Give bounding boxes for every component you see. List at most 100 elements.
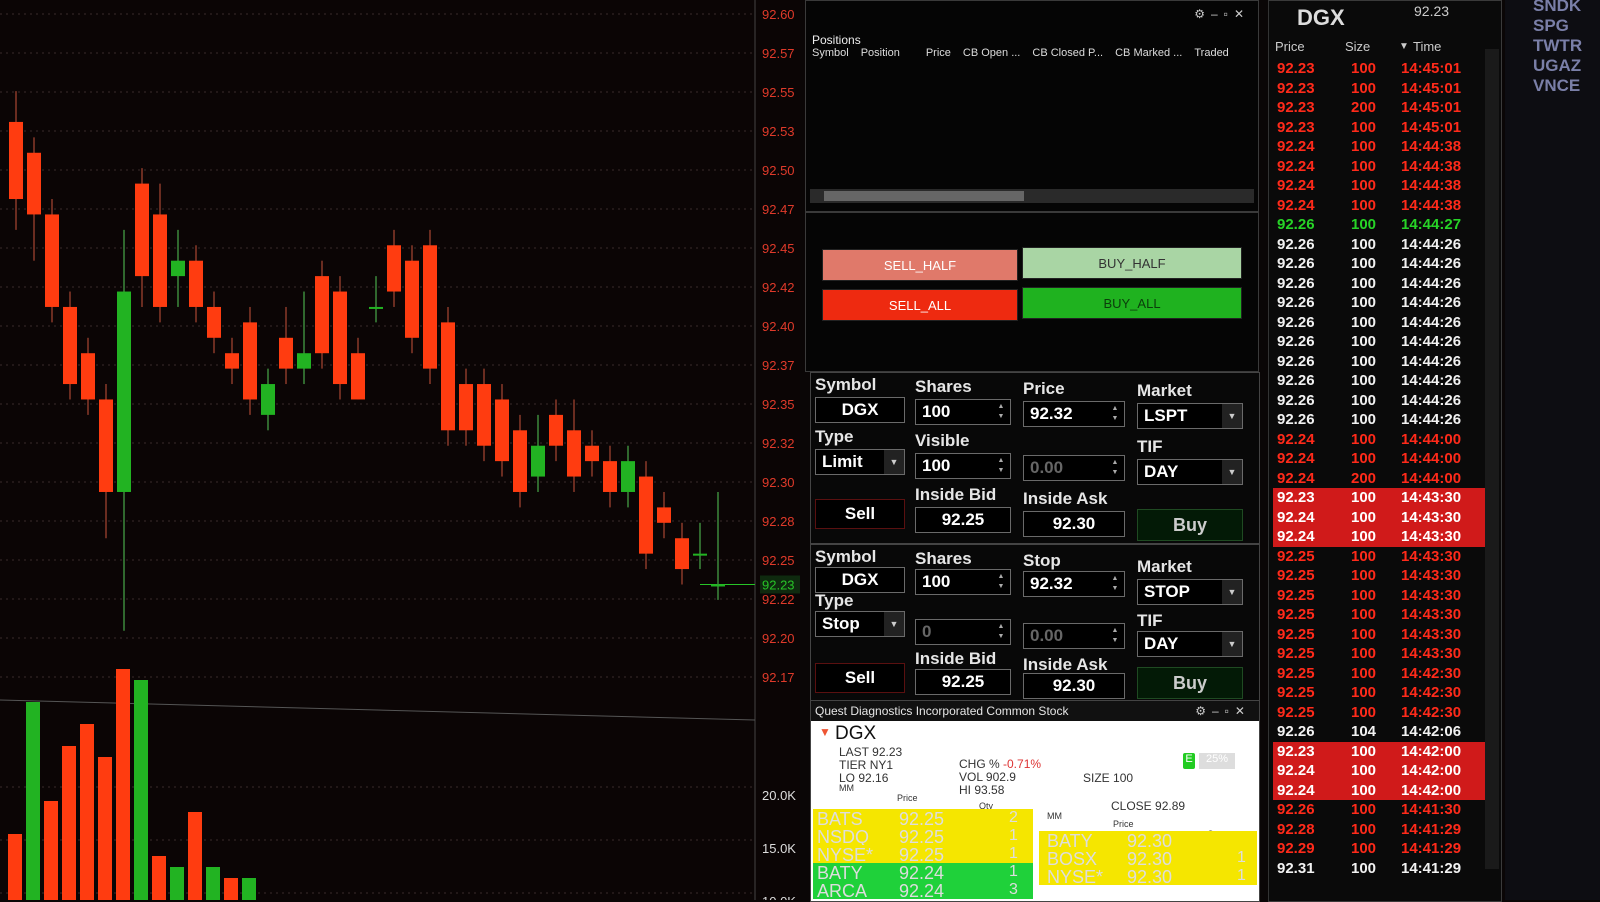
- ts-row[interactable]: 92.25 100 14:42:30: [1273, 703, 1495, 723]
- price-chart[interactable]: 92.60 92.57 92.55 92.53 92.50 92.47 92.45 92.42…: [0, 0, 800, 900]
- stepper-icon[interactable]: ▲ ▼: [1108, 574, 1122, 594]
- settings-icon[interactable]: ⚙: [1194, 7, 1211, 21]
- ask-row[interactable]: BATY 92.30: [1039, 831, 1257, 851]
- ts-row[interactable]: 92.25 100 14:42:30: [1273, 683, 1495, 703]
- ts-row[interactable]: 92.28 100 14:41:29: [1273, 820, 1495, 840]
- type-select[interactable]: Stop ▼: [815, 611, 905, 637]
- minimize-icon[interactable]: –: [1211, 7, 1224, 21]
- buy-button[interactable]: Buy: [1137, 667, 1243, 699]
- chevron-down-icon[interactable]: ▼: [1222, 460, 1242, 484]
- market-select[interactable]: LSPT ▼: [1137, 403, 1243, 429]
- bid-row[interactable]: BATY 92.24 1: [813, 863, 1033, 883]
- col-symbol[interactable]: Symbol: [812, 47, 849, 63]
- bid-row[interactable]: BATS 92.25 2: [813, 809, 1033, 829]
- ts-col-price[interactable]: Price: [1275, 39, 1305, 54]
- tif-select[interactable]: DAY ▼: [1137, 631, 1243, 657]
- ts-col-size[interactable]: Size: [1345, 39, 1370, 54]
- watchlist-item[interactable]: UGAZ: [1533, 56, 1581, 76]
- ts-row[interactable]: 92.24 100 14:42:00: [1273, 780, 1495, 800]
- ts-row[interactable]: 92.25 100 14:43:30: [1273, 547, 1495, 567]
- ts-row[interactable]: 92.25 100 14:42:30: [1273, 664, 1495, 684]
- ts-row[interactable]: 92.26 100 14:44:26: [1273, 410, 1495, 430]
- ts-row[interactable]: 92.25 100 14:43:30: [1273, 566, 1495, 586]
- col-cb-open[interactable]: CB Open ...: [963, 47, 1020, 63]
- ts-row[interactable]: 92.23 100 14:42:00: [1273, 741, 1495, 761]
- ts-row[interactable]: 92.23 100 14:45:01: [1273, 79, 1495, 99]
- stop-input[interactable]: 92.32 ▲ ▼: [1023, 571, 1125, 597]
- visible-input[interactable]: 100 ▲ ▼: [915, 453, 1011, 479]
- ts-row[interactable]: 92.25 100 14:43:30: [1273, 625, 1495, 645]
- buy-button[interactable]: Buy: [1137, 509, 1243, 541]
- ts-row[interactable]: 92.26 100 14:44:26: [1273, 352, 1495, 372]
- ts-row[interactable]: 92.26 100 14:44:26: [1273, 332, 1495, 352]
- close-icon[interactable]: ✕: [1234, 7, 1250, 21]
- ts-row[interactable]: 92.25 100 14:43:30: [1273, 605, 1495, 625]
- stepper-icon[interactable]: ▲ ▼: [1108, 404, 1122, 424]
- bid-row[interactable]: NSDQ 92.25 1: [813, 827, 1033, 847]
- ts-row[interactable]: 92.23 100 14:45:01: [1273, 118, 1495, 138]
- ask-row[interactable]: NYSE* 92.30 1: [1039, 867, 1257, 887]
- ts-row[interactable]: 92.24 100 14:43:30: [1273, 507, 1495, 527]
- sort-arrow-icon[interactable]: ▼: [1399, 41, 1409, 52]
- bid-row[interactable]: NYSE* 92.25 1: [813, 845, 1033, 865]
- stepper-icon[interactable]: ▲ ▼: [994, 402, 1008, 422]
- ts-row[interactable]: 92.23 200 14:45:01: [1273, 98, 1495, 118]
- ts-row[interactable]: 92.26 100 14:44:26: [1273, 371, 1495, 391]
- ts-row[interactable]: 92.26 100 14:44:27: [1273, 215, 1495, 235]
- chevron-down-icon[interactable]: ▼: [884, 450, 904, 474]
- ts-row[interactable]: 92.24 100 14:44:38: [1273, 157, 1495, 177]
- bid-row[interactable]: ARCA 92.24 3: [813, 881, 1033, 901]
- col-position[interactable]: Position: [861, 47, 900, 63]
- buy-half-button[interactable]: BUY_HALF: [1022, 247, 1242, 279]
- quote-title-bar[interactable]: Quest Diagnostics Incorporated Common St…: [811, 701, 1259, 721]
- price-input[interactable]: 92.32 ▲ ▼: [1023, 401, 1125, 427]
- ts-row[interactable]: 92.24 100 14:44:00: [1273, 449, 1495, 469]
- ts-row[interactable]: 92.24 100 14:43:30: [1273, 527, 1495, 547]
- sell-all-button[interactable]: SELL_ALL: [822, 289, 1018, 321]
- maximize-icon[interactable]: ▫: [1224, 7, 1234, 21]
- stepper-icon[interactable]: ▲ ▼: [994, 622, 1008, 642]
- sell-half-button[interactable]: SELL_HALF: [822, 249, 1018, 281]
- ts-row[interactable]: 92.29 100 14:41:29: [1273, 839, 1495, 859]
- col-cb-closed[interactable]: CB Closed P...: [1032, 47, 1103, 63]
- ts-row[interactable]: 92.24 100 14:44:38: [1273, 196, 1495, 216]
- window-controls[interactable]: ⚙–▫✕: [1195, 704, 1251, 718]
- shares-input[interactable]: 100 ▲ ▼: [915, 569, 1011, 595]
- ts-row[interactable]: 92.26 100 14:44:26: [1273, 391, 1495, 411]
- symbol-input[interactable]: DGX: [815, 567, 905, 593]
- horizontal-scrollbar[interactable]: [810, 189, 1254, 203]
- ts-row[interactable]: 92.24 100 14:44:38: [1273, 176, 1495, 196]
- ts-row[interactable]: 92.24 100 14:42:00: [1273, 761, 1495, 781]
- chevron-down-icon[interactable]: ▼: [884, 612, 904, 636]
- chevron-down-icon[interactable]: ▼: [1222, 632, 1242, 656]
- type-select[interactable]: Limit ▼: [815, 449, 905, 475]
- watchlist-item[interactable]: TWTR: [1533, 36, 1582, 56]
- col-price[interactable]: Price: [926, 47, 951, 63]
- window-controls[interactable]: ⚙–▫✕: [1194, 7, 1250, 21]
- ts-row[interactable]: 92.25 100 14:43:30: [1273, 586, 1495, 606]
- stepper-icon[interactable]: ▲ ▼: [994, 572, 1008, 592]
- ts-row[interactable]: 92.26 100 14:44:26: [1273, 313, 1495, 333]
- ts-row[interactable]: 92.24 200 14:44:00: [1273, 469, 1495, 489]
- ts-row[interactable]: 92.24 100 14:44:00: [1273, 430, 1495, 450]
- ask-row[interactable]: BOSX 92.30 1: [1039, 849, 1257, 869]
- ts-row[interactable]: 92.26 104 14:42:06: [1273, 722, 1495, 742]
- ts-row[interactable]: 92.23 100 14:43:30: [1273, 488, 1495, 508]
- watchlist-item[interactable]: SNDK: [1533, 0, 1581, 16]
- chevron-down-icon[interactable]: ▼: [1222, 404, 1242, 428]
- shares-input[interactable]: 100 ▲ ▼: [915, 399, 1011, 425]
- chevron-down-icon[interactable]: ▼: [1222, 580, 1242, 604]
- symbol-input[interactable]: DGX: [815, 397, 905, 423]
- ts-row[interactable]: 92.24 100 14:44:38: [1273, 137, 1495, 157]
- stepper-icon[interactable]: ▲ ▼: [1108, 626, 1122, 646]
- sell-button[interactable]: Sell: [815, 499, 905, 529]
- buy-all-button[interactable]: BUY_ALL: [1022, 287, 1242, 319]
- scroll-thumb[interactable]: [824, 191, 1024, 201]
- watchlist-item[interactable]: SPG: [1533, 16, 1569, 36]
- ts-row[interactable]: 92.25 100 14:43:30: [1273, 644, 1495, 664]
- col-traded[interactable]: Traded: [1194, 47, 1228, 63]
- stop-input[interactable]: 0.00 ▲ ▼: [1023, 455, 1125, 481]
- tif-select[interactable]: DAY ▼: [1137, 459, 1243, 485]
- ts-row[interactable]: 92.26 100 14:44:26: [1273, 235, 1495, 255]
- ts-row[interactable]: 92.26 100 14:44:26: [1273, 293, 1495, 313]
